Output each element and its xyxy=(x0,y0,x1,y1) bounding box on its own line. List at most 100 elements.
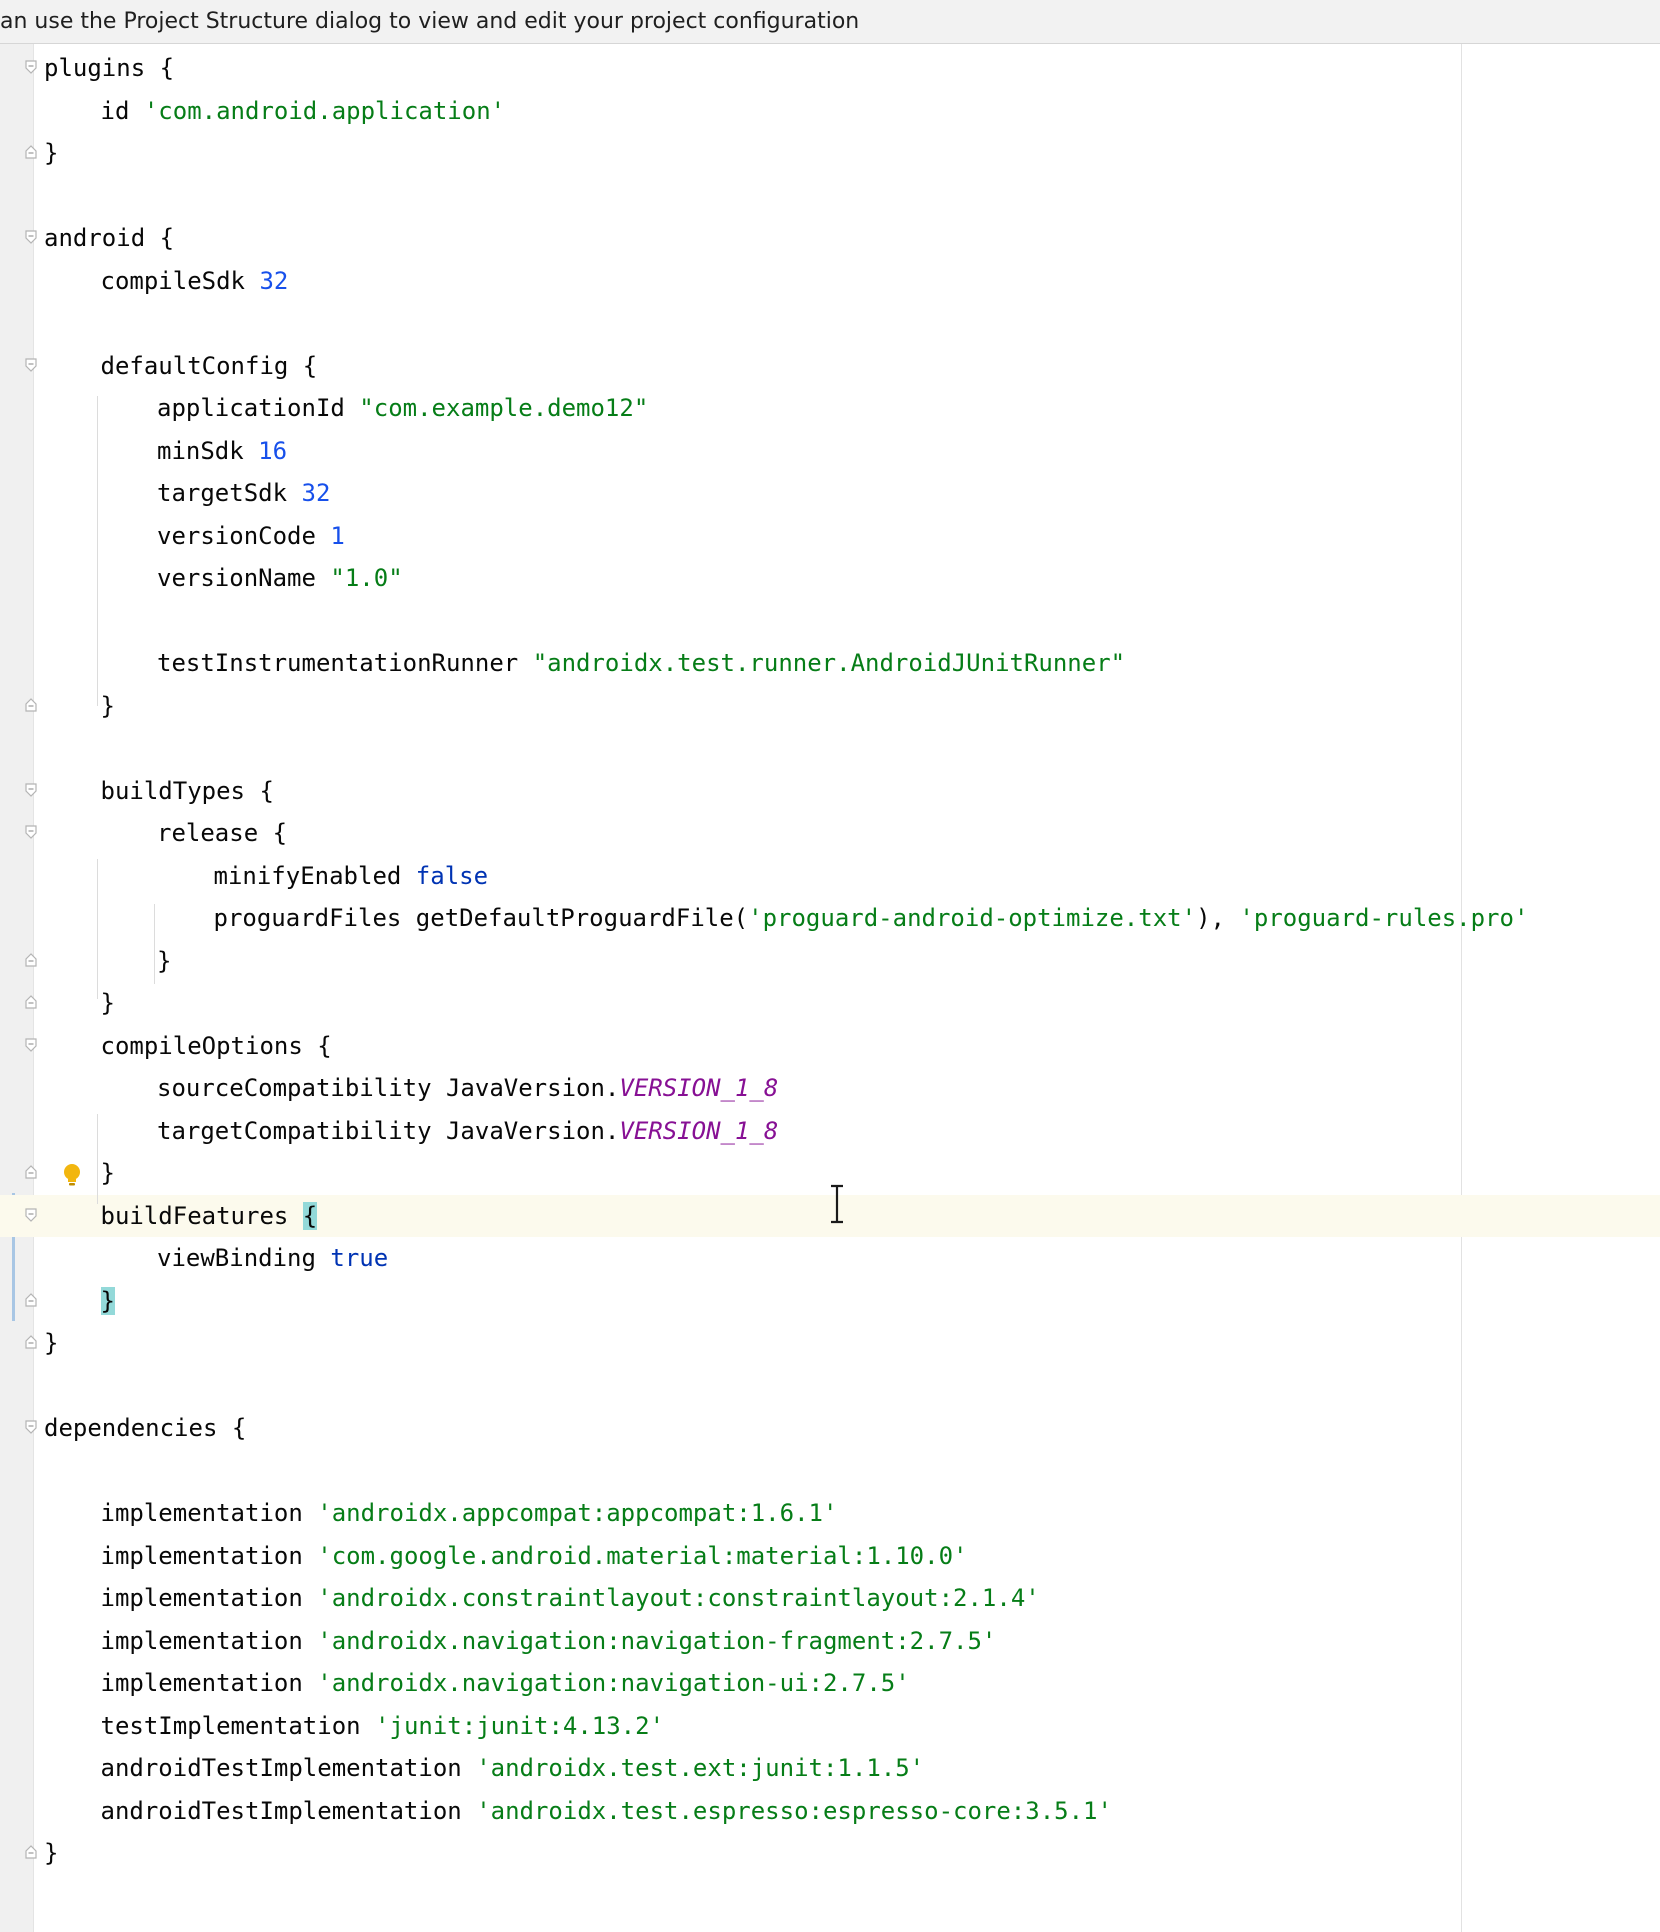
code-line[interactable] xyxy=(0,302,1660,345)
code-line[interactable]: release { xyxy=(0,812,1660,855)
code-token: implementation xyxy=(100,1541,318,1570)
code-line-text: versionName "1.0" xyxy=(157,557,403,600)
code-line-text: compileSdk 32 xyxy=(101,260,289,303)
code-line-text: minifyEnabled false xyxy=(214,855,489,898)
fold-end-icon[interactable] xyxy=(24,1334,40,1352)
code-line[interactable]: } xyxy=(0,1280,1660,1323)
code-token: plugins { xyxy=(44,54,175,82)
code-token: 32 xyxy=(301,479,331,507)
fold-expand-icon[interactable] xyxy=(24,1207,40,1225)
code-line[interactable] xyxy=(0,1450,1660,1493)
code-line[interactable]: targetCompatibility JavaVersion.VERSION_… xyxy=(0,1110,1660,1153)
code-line[interactable]: } xyxy=(0,132,1660,175)
code-token: defaultConfig { xyxy=(100,351,318,380)
code-line[interactable]: } xyxy=(0,685,1660,728)
code-line[interactable]: } xyxy=(0,1832,1660,1875)
code-line[interactable] xyxy=(0,727,1660,770)
fold-expand-icon[interactable] xyxy=(24,229,40,247)
code-line[interactable]: androidTestImplementation 'androidx.test… xyxy=(0,1747,1660,1790)
code-line-text: buildFeatures { xyxy=(101,1195,318,1238)
code-token: } xyxy=(157,946,172,975)
code-line[interactable] xyxy=(0,175,1660,218)
fold-expand-icon[interactable] xyxy=(24,1037,40,1055)
code-line-text: versionCode 1 xyxy=(157,515,345,558)
code-token: proguardFiles getDefaultProguardFile( xyxy=(213,904,749,932)
indent-guide xyxy=(97,1114,98,1204)
code-token: implementation xyxy=(100,1499,318,1527)
code-line[interactable]: sourceCompatibility JavaVersion.VERSION_… xyxy=(0,1067,1660,1110)
code-line[interactable]: testImplementation 'junit:junit:4.13.2' xyxy=(0,1705,1660,1748)
code-line[interactable]: compileSdk 32 xyxy=(0,260,1660,303)
code-token: buildFeatures xyxy=(100,1201,303,1230)
fold-expand-icon[interactable] xyxy=(24,782,40,800)
code-line-text: id 'com.android.application' xyxy=(101,90,506,133)
code-line[interactable]: plugins { xyxy=(0,47,1660,90)
code-line[interactable]: defaultConfig { xyxy=(0,345,1660,388)
code-line[interactable]: implementation 'androidx.navigation:navi… xyxy=(0,1662,1660,1705)
code-line[interactable]: buildTypes { xyxy=(0,770,1660,813)
fold-end-icon[interactable] xyxy=(24,952,40,970)
code-line-text: buildTypes { xyxy=(101,770,274,813)
fold-end-icon[interactable] xyxy=(24,144,40,162)
code-line[interactable]: androidTestImplementation 'androidx.test… xyxy=(0,1790,1660,1833)
intention-lightbulb-icon[interactable] xyxy=(61,1161,83,1186)
code-line-text: targetCompatibility JavaVersion.VERSION_… xyxy=(157,1110,778,1153)
code-token: 'androidx.appcompat:appcompat:1.6.1' xyxy=(317,1499,838,1527)
code-token: 'proguard-rules.pro' xyxy=(1239,904,1529,932)
fold-expand-icon[interactable] xyxy=(24,59,40,77)
code-token: 1 xyxy=(330,521,345,550)
fold-expand-icon[interactable] xyxy=(24,824,40,842)
code-line[interactable]: testInstrumentationRunner "androidx.test… xyxy=(0,642,1660,685)
code-line-text: proguardFiles getDefaultProguardFile( 'pr… xyxy=(214,897,1529,940)
code-line-text: plugins { xyxy=(44,47,174,90)
code-token: minSdk xyxy=(157,436,259,465)
code-line[interactable]: targetSdk 32 xyxy=(0,472,1660,515)
code-token: testImplementation xyxy=(100,1711,376,1740)
code-line[interactable]: minSdk 16 xyxy=(0,430,1660,473)
code-line[interactable]: android { xyxy=(0,217,1660,260)
code-line[interactable]: viewBinding true xyxy=(0,1237,1660,1280)
code-line[interactable]: implementation 'androidx.appcompat:appco… xyxy=(0,1492,1660,1535)
code-line[interactable]: implementation 'androidx.constraintlayou… xyxy=(0,1577,1660,1620)
code-line[interactable]: versionCode 1 xyxy=(0,515,1660,558)
code-line[interactable]: proguardFiles getDefaultProguardFile( 'pr… xyxy=(0,897,1660,940)
code-line[interactable]: id 'com.android.application' xyxy=(0,90,1660,133)
code-line-text: viewBinding true xyxy=(157,1237,388,1280)
code-token: 'androidx.navigation:navigation-ui:2.7.5… xyxy=(317,1669,910,1697)
code-line[interactable]: implementation 'androidx.navigation:navi… xyxy=(0,1620,1660,1663)
code-line[interactable]: } xyxy=(0,940,1660,983)
code-line-text: implementation 'com.google.android.mater… xyxy=(101,1535,968,1578)
code-line[interactable]: compileOptions { xyxy=(0,1025,1660,1068)
code-line-text: android { xyxy=(44,217,174,260)
code-token: ), xyxy=(1196,904,1240,932)
code-line[interactable]: } xyxy=(0,982,1660,1025)
fold-end-icon[interactable] xyxy=(24,994,40,1012)
code-editor[interactable]: plugins {id 'com.android.application'} an… xyxy=(0,44,1660,1932)
code-line-text: } xyxy=(157,940,171,983)
code-line[interactable]: applicationId "com.example.demo12" xyxy=(0,387,1660,430)
code-token: minifyEnabled xyxy=(213,861,416,890)
code-token: release { xyxy=(157,819,288,847)
fold-end-icon[interactable] xyxy=(24,697,40,715)
fold-end-icon[interactable] xyxy=(24,1164,40,1182)
project-structure-banner[interactable]: an use the Project Structure dialog to v… xyxy=(0,0,1660,44)
code-line-text: applicationId "com.example.demo12" xyxy=(157,387,648,430)
code-line[interactable]: implementation 'com.google.android.mater… xyxy=(0,1535,1660,1578)
code-line-text: sourceCompatibility JavaVersion.VERSION_… xyxy=(157,1067,778,1110)
fold-expand-icon[interactable] xyxy=(24,357,40,375)
code-token: } xyxy=(100,989,115,1017)
fold-expand-icon[interactable] xyxy=(24,1419,40,1437)
code-line[interactable]: versionName "1.0" xyxy=(0,557,1660,600)
code-line[interactable]: minifyEnabled false xyxy=(0,855,1660,898)
code-line[interactable] xyxy=(0,600,1660,643)
code-line[interactable]: dependencies { xyxy=(0,1407,1660,1450)
code-line-text: implementation 'androidx.constraintlayou… xyxy=(101,1577,1040,1620)
fold-end-icon[interactable] xyxy=(24,1844,40,1862)
code-token: android { xyxy=(44,224,175,252)
code-line-text: } xyxy=(100,1280,115,1323)
code-line[interactable] xyxy=(0,1365,1660,1408)
fold-end-icon[interactable] xyxy=(24,1292,40,1310)
code-line-text: compileOptions { xyxy=(101,1025,332,1068)
code-token: true xyxy=(330,1244,389,1272)
code-line[interactable]: } xyxy=(0,1322,1660,1365)
